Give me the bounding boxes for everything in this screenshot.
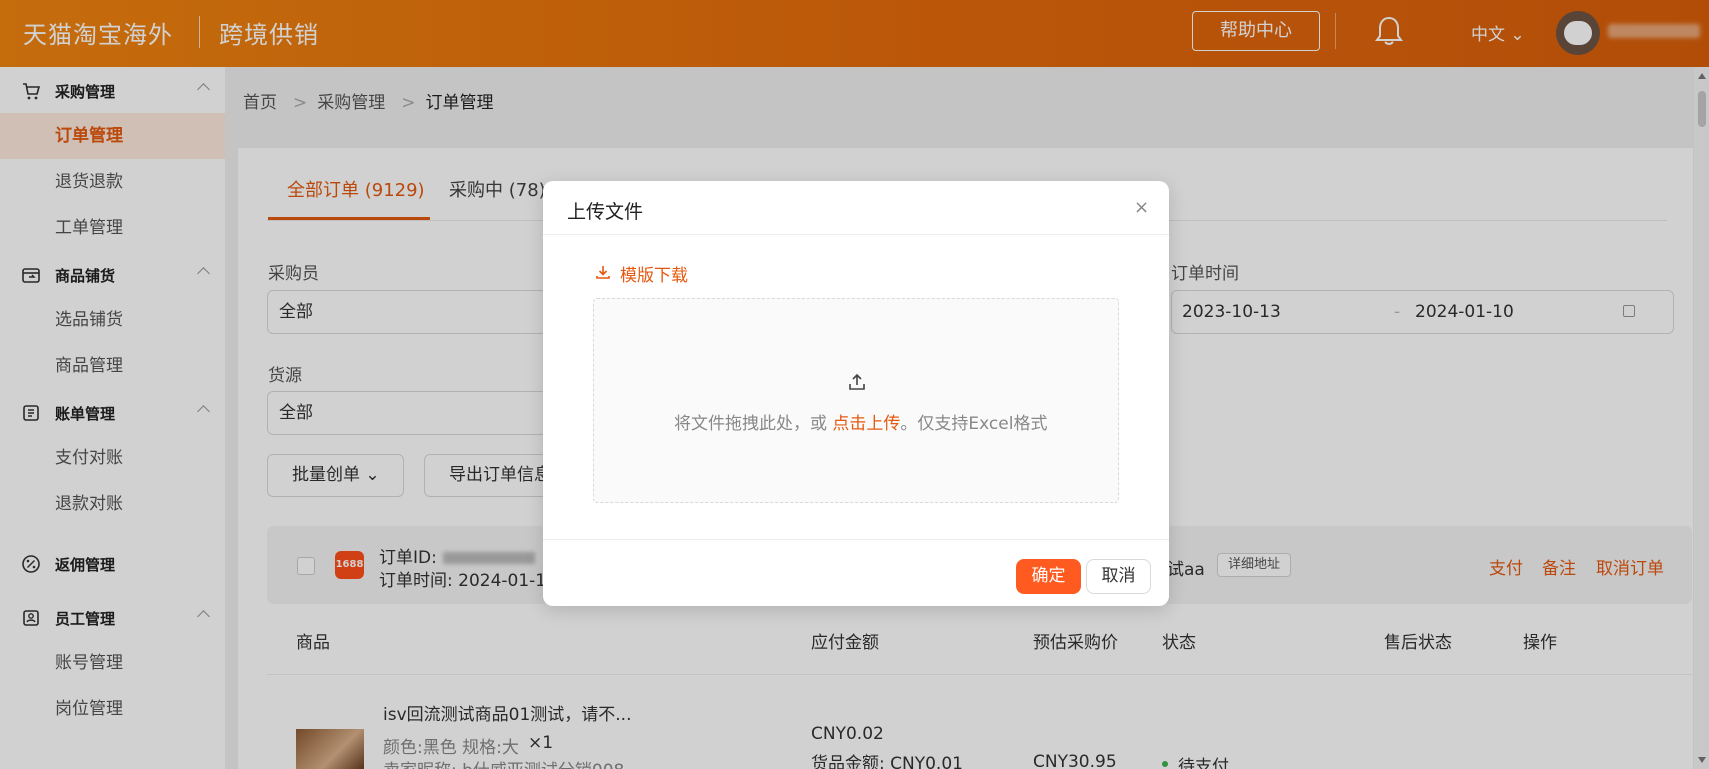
dropzone-text-before: 将文件拖拽此处，或 xyxy=(674,414,827,434)
confirm-button[interactable]: 确定 xyxy=(1016,559,1081,594)
upload-file-dialog: 上传文件 × 模版下载 将文件拖拽此处，或 点击上传。仅支持Excel格式 确定… xyxy=(543,181,1169,606)
dropzone-text: 将文件拖拽此处，或 点击上传。仅支持Excel格式 xyxy=(674,409,1047,434)
dropzone-text-after: 。仅支持Excel格式 xyxy=(900,414,1048,434)
dialog-header-divider xyxy=(543,234,1169,235)
file-dropzone[interactable]: 将文件拖拽此处，或 点击上传。仅支持Excel格式 xyxy=(593,298,1119,503)
download-icon[interactable] xyxy=(595,264,611,280)
dialog-title: 上传文件 xyxy=(567,201,644,223)
upload-icon xyxy=(849,373,865,390)
dialog-footer-divider xyxy=(543,539,1169,540)
click-upload-link[interactable]: 点击上传 xyxy=(832,414,900,434)
template-download-link[interactable]: 模版下载 xyxy=(620,261,688,286)
cancel-button[interactable]: 取消 xyxy=(1086,559,1151,594)
close-icon[interactable]: × xyxy=(1134,197,1149,218)
